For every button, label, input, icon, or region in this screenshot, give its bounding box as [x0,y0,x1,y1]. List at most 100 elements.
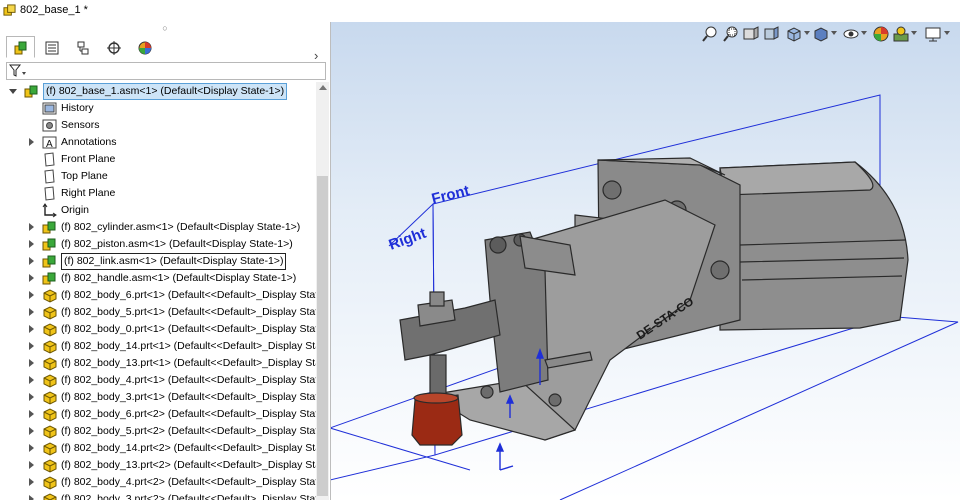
tree-item-label: (f) 802_body_3.prt<1> (Default<<Default>… [61,391,316,403]
assembly-icon [42,221,56,234]
assembly-icon [42,238,56,251]
assembly-model-view[interactable]: Front Right DE-STA-CO [331,22,960,500]
tree-item-component[interactable]: (f) 802_body_14.prt<1> (Default<<Default… [0,338,316,355]
assembly-icon [42,272,56,285]
zoom-to-area-icon[interactable] [722,25,740,43]
tree-item-label: (f) 802_body_4.prt<2> (Default<<Default>… [61,476,316,488]
expand-toggle[interactable] [28,444,36,452]
expand-toggle[interactable] [28,274,36,282]
expand-toggle[interactable] [28,240,36,248]
tree-item-component[interactable]: (f) 802_piston.asm<1> (Default<Display S… [0,236,316,253]
tree-item-sensors[interactable]: Sensors [0,117,316,134]
zoom-to-fit-icon[interactable] [702,25,720,43]
display-style-dropdown[interactable] [831,31,837,35]
expand-toggle[interactable] [28,376,36,384]
assembly-icon [42,255,56,268]
part-icon [43,306,57,320]
display-style-icon[interactable] [812,25,830,43]
expand-toggle[interactable] [28,478,36,486]
tab-property-manager[interactable] [37,36,66,58]
tree-item-component[interactable]: (f) 802_body_5.prt<1> (Default<<Default>… [0,304,316,321]
expand-toggle[interactable] [28,461,36,469]
crosshair-icon [107,41,121,55]
annotations-icon: A [42,136,57,150]
feature-tree: (f) 802_base_1.asm<1> (Default<Display S… [0,82,316,500]
tree-item-label: (f) 802_body_6.prt<2> (Default<<Default>… [61,408,316,420]
expand-toggle[interactable] [28,410,36,418]
feature-manager-icon [14,41,27,55]
graphics-viewport[interactable]: Front Right DE-STA-CO [331,22,960,500]
scroll-up-arrow[interactable] [319,85,327,90]
tab-display-manager[interactable] [130,36,159,58]
edit-appearance-icon[interactable] [872,25,890,43]
tree-item-component[interactable]: (f) 802_body_6.prt<1> (Default<<Default>… [0,287,316,304]
tab-configuration-manager[interactable] [68,36,97,58]
tree-item-right-plane[interactable]: Right Plane [0,185,316,202]
scene-dropdown[interactable] [911,31,917,35]
tree-item-label: (f) 802_body_5.prt<2> (Default<<Default>… [61,425,316,437]
expand-toggle[interactable] [28,223,36,231]
plane-icon [44,152,55,167]
expand-toggle[interactable] [28,308,36,316]
clamp-spindle-tip[interactable] [411,392,463,446]
view-settings-icon[interactable] [924,25,942,43]
view-orientation-dropdown[interactable] [804,31,810,35]
hide-show-items-icon[interactable] [842,25,860,43]
tree-item-component[interactable]: (f) 802_link.asm<1> (Default<Display Sta… [0,253,316,270]
tree-item-annotations[interactable]: A Annotations [0,134,316,151]
expand-toggle[interactable] [28,495,36,500]
tree-item-component[interactable]: (f) 802_body_13.prt<1> (Default<<Default… [0,355,316,372]
tree-item-front-plane[interactable]: Front Plane [0,151,316,168]
view-orientation-icon[interactable] [785,25,803,43]
scroll-thumb[interactable] [317,176,328,496]
tree-item-component[interactable]: (f) 802_body_6.prt<2> (Default<<Default>… [0,406,316,423]
apply-scene-icon[interactable] [892,25,910,43]
expand-toggle[interactable] [28,427,36,435]
expand-toggle[interactable] [28,257,36,265]
expand-toggle[interactable] [28,291,36,299]
tree-item-component[interactable]: (f) 802_body_4.prt<2> (Default<<Default>… [0,474,316,491]
expand-toggle[interactable] [28,342,36,350]
expand-toggle[interactable] [28,359,36,367]
tree-item-label: (f) 802_body_0.prt<1> (Default<<Default>… [61,323,316,335]
part-icon [43,374,57,388]
history-icon [42,102,57,115]
tree-item-component[interactable]: (f) 802_body_3.prt<1> (Default<<Default>… [0,389,316,406]
tree-item-component[interactable]: (f) 802_body_3.prt<2> (Default<<Default>… [0,491,316,500]
svg-text:A: A [46,139,53,150]
previous-view-icon[interactable] [742,25,760,43]
tree-filter-bar[interactable] [6,62,326,80]
part-icon [43,340,57,354]
sensors-icon [42,119,57,132]
view-settings-dropdown[interactable] [944,31,950,35]
tab-feature-manager[interactable] [6,36,35,58]
tree-item-component[interactable]: (f) 802_body_13.prt<2> (Default<<Default… [0,457,316,474]
tree-root-assembly[interactable]: (f) 802_base_1.asm<1> (Default<Display S… [0,83,316,100]
more-tabs-button[interactable]: › [314,48,318,63]
expand-toggle[interactable] [9,87,17,95]
hide-show-dropdown[interactable] [861,31,867,35]
tree-item-label: (f) 802_body_6.prt<1> (Default<<Default>… [61,289,316,301]
expand-toggle[interactable] [28,325,36,333]
tab-dimxpert-manager[interactable] [99,36,128,58]
clamp-arm[interactable] [399,291,501,396]
tree-scrollbar[interactable] [316,82,329,500]
tree-item-label: Annotations [61,136,117,148]
tree-item-component[interactable]: (f) 802_body_4.prt<1> (Default<<Default>… [0,372,316,389]
tree-item-label: Top Plane [61,170,108,182]
panel-grip[interactable]: ○ [0,22,330,34]
tree-item-component[interactable]: (f) 802_body_5.prt<2> (Default<<Default>… [0,423,316,440]
tree-item-component[interactable]: (f) 802_body_14.prt<2> (Default<<Default… [0,440,316,457]
tree-item-component[interactable]: (f) 802_handle.asm<1> (Default<Display S… [0,270,316,287]
tree-item-history[interactable]: History [0,100,316,117]
origin-icon [42,203,57,218]
tree-item-top-plane[interactable]: Top Plane [0,168,316,185]
tree-item-origin[interactable]: Origin [0,202,316,219]
expand-toggle[interactable] [28,138,36,146]
part-icon [43,289,57,303]
expand-toggle[interactable] [28,393,36,401]
section-view-icon[interactable] [762,25,780,43]
tree-item-label: (f) 802_body_14.prt<1> (Default<<Default… [61,340,316,352]
tree-item-component[interactable]: (f) 802_cylinder.asm<1> (Default<Display… [0,219,316,236]
tree-item-component[interactable]: (f) 802_body_0.prt<1> (Default<<Default>… [0,321,316,338]
